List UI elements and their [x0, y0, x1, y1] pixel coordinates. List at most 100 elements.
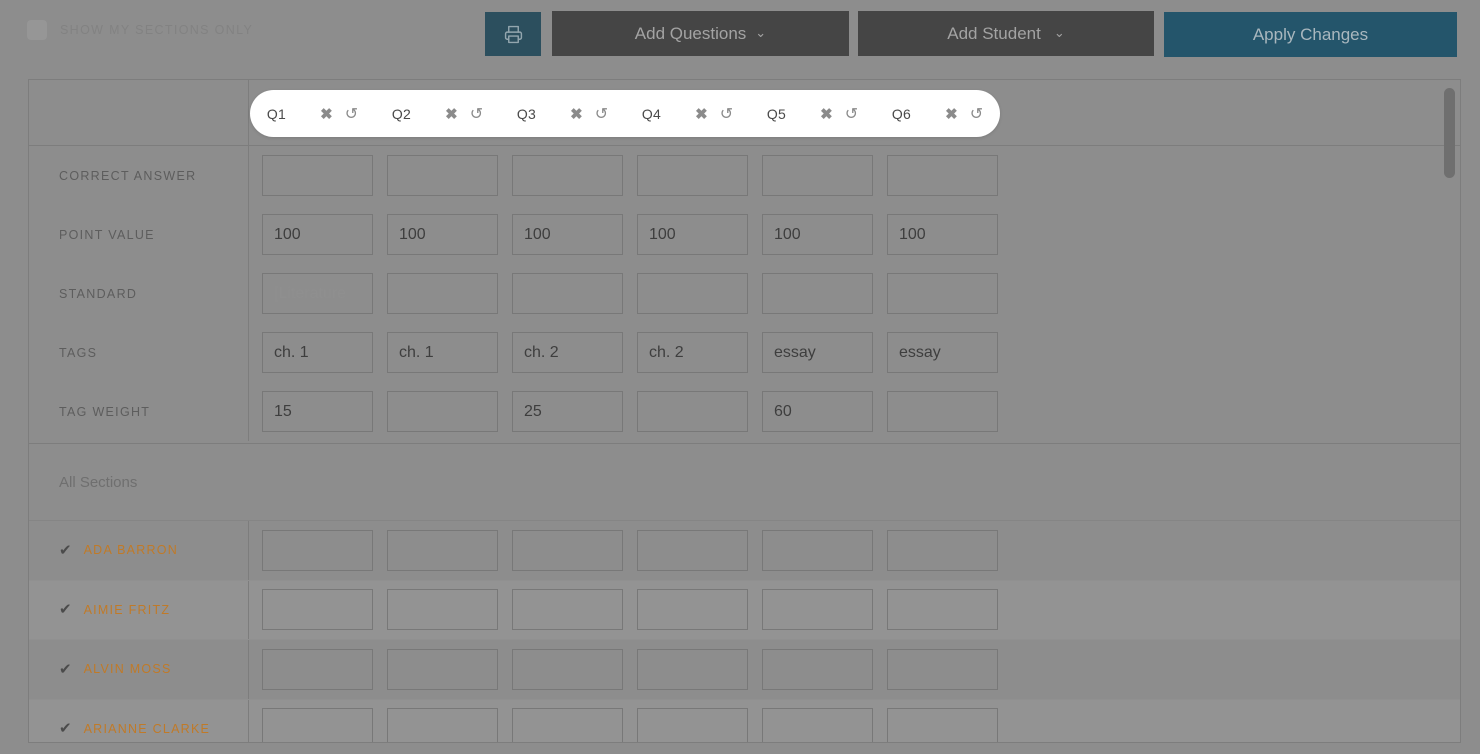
close-icon[interactable]: ✖	[445, 105, 458, 123]
attribute-input[interactable]: essay	[762, 332, 873, 373]
close-icon[interactable]: ✖	[320, 105, 333, 123]
attribute-input[interactable]	[887, 155, 998, 196]
close-icon[interactable]: ✖	[820, 105, 833, 123]
question-label[interactable]: Q1	[267, 106, 286, 122]
attribute-input[interactable]: ch. 2	[637, 332, 748, 373]
score-input[interactable]	[637, 589, 748, 631]
score-input[interactable]	[762, 589, 873, 631]
attribute-input[interactable]: 100	[512, 214, 623, 255]
score-input[interactable]	[387, 589, 498, 631]
apply-changes-button[interactable]: Apply Changes	[1164, 12, 1457, 57]
undo-icon[interactable]: ↺	[720, 104, 733, 124]
undo-icon[interactable]: ↺	[595, 104, 608, 124]
check-icon[interactable]: ✔	[59, 543, 72, 558]
attribute-input[interactable]	[637, 155, 748, 196]
student-name-cell[interactable]: ✔ AIMIE FRITZ	[29, 580, 249, 639]
question-label[interactable]: Q4	[642, 106, 661, 122]
attribute-input[interactable]: 100	[762, 214, 873, 255]
student-name[interactable]: AIMIE FRITZ	[84, 603, 171, 617]
close-icon[interactable]: ✖	[695, 105, 708, 123]
attribute-input[interactable]	[762, 155, 873, 196]
score-input[interactable]	[387, 529, 498, 571]
attribute-input[interactable]	[887, 391, 998, 432]
attribute-input[interactable]	[262, 155, 373, 196]
question-toolbar[interactable]: Q1 ✖ ↺ Q2 ✖ ↺ Q3 ✖ ↺ Q4 ✖ ↺ Q5 ✖ ↺ Q6 ✖ ↺	[250, 90, 1000, 137]
attribute-input[interactable]	[887, 273, 998, 314]
student-name-cell[interactable]: ✔ ALVIN MOSS	[29, 640, 249, 699]
attribute-input[interactable]	[387, 155, 498, 196]
attribute-input[interactable]	[762, 273, 873, 314]
score-input[interactable]	[762, 708, 873, 742]
score-input[interactable]	[512, 589, 623, 631]
add-questions-button[interactable]: Add Questions ⌄	[552, 11, 849, 56]
undo-icon[interactable]: ↺	[970, 104, 983, 124]
attribute-input[interactable]: essay	[887, 332, 998, 373]
attribute-input[interactable]	[512, 155, 623, 196]
vertical-scrollbar[interactable]	[1444, 86, 1456, 736]
student-name-cell[interactable]: ✔ ARIANNE CLARKE	[29, 699, 249, 742]
check-icon[interactable]: ✔	[59, 662, 72, 677]
score-input[interactable]	[637, 708, 748, 742]
attribute-cells: ch. 1 ch. 1 ch. 2 ch. 2 essay essay	[249, 332, 998, 373]
score-input[interactable]	[887, 589, 998, 631]
score-input[interactable]	[887, 648, 998, 690]
attribute-input[interactable]	[387, 273, 498, 314]
attribute-input[interactable]: ch. 1	[262, 332, 373, 373]
show-my-sections-only-checkbox[interactable]	[27, 20, 47, 40]
question-label[interactable]: Q2	[392, 106, 411, 122]
print-button[interactable]	[485, 12, 541, 56]
question-label[interactable]: Q6	[892, 106, 911, 122]
add-student-button[interactable]: Add Student ⌄	[858, 11, 1154, 56]
attribute-input[interactable]: ch. 1	[387, 332, 498, 373]
undo-icon[interactable]: ↺	[470, 104, 483, 124]
close-icon[interactable]: ✖	[945, 105, 958, 123]
attribute-input[interactable]	[512, 273, 623, 314]
score-input[interactable]	[762, 529, 873, 571]
score-input[interactable]	[262, 648, 373, 690]
attribute-input[interactable]	[637, 273, 748, 314]
attribute-input[interactable]	[637, 391, 748, 432]
attribute-input[interactable]: 100	[262, 214, 373, 255]
check-icon[interactable]: ✔	[59, 602, 72, 617]
student-name[interactable]: ALVIN MOSS	[84, 662, 172, 676]
undo-icon[interactable]: ↺	[345, 104, 358, 124]
check-icon[interactable]: ✔	[59, 721, 72, 736]
attribute-input[interactable]: [Literature	[262, 273, 373, 314]
show-my-sections-only-toggle[interactable]: SHOW MY SECTIONS ONLY	[27, 20, 253, 40]
score-input[interactable]	[262, 708, 373, 742]
score-input[interactable]	[637, 648, 748, 690]
score-input[interactable]	[512, 529, 623, 571]
score-input[interactable]	[262, 529, 373, 571]
question-group-q5: Q5 ✖ ↺	[750, 104, 875, 124]
attribute-input[interactable]: 100	[387, 214, 498, 255]
question-label[interactable]: Q5	[767, 106, 786, 122]
attribute-row: TAG WEIGHT 15 25 60	[29, 382, 1460, 441]
student-row[interactable]: ✔ ADA BARRON	[29, 521, 1460, 581]
score-input[interactable]	[387, 648, 498, 690]
score-input[interactable]	[887, 529, 998, 571]
attribute-input[interactable]	[387, 391, 498, 432]
question-label[interactable]: Q3	[517, 106, 536, 122]
score-input[interactable]	[887, 708, 998, 742]
attribute-input[interactable]: 25	[512, 391, 623, 432]
student-name[interactable]: ADA BARRON	[84, 543, 178, 557]
attribute-input[interactable]: 100	[637, 214, 748, 255]
attribute-input[interactable]: ch. 2	[512, 332, 623, 373]
student-name-cell[interactable]: ✔ ADA BARRON	[29, 521, 249, 580]
score-input[interactable]	[762, 648, 873, 690]
student-name[interactable]: ARIANNE CLARKE	[84, 722, 211, 736]
close-icon[interactable]: ✖	[570, 105, 583, 123]
student-row[interactable]: ✔ ALVIN MOSS	[29, 640, 1460, 700]
score-input[interactable]	[512, 648, 623, 690]
scrollbar-thumb[interactable]	[1444, 88, 1455, 178]
score-input[interactable]	[637, 529, 748, 571]
attribute-input[interactable]: 15	[262, 391, 373, 432]
score-input[interactable]	[512, 708, 623, 742]
attribute-input[interactable]: 100	[887, 214, 998, 255]
undo-icon[interactable]: ↺	[845, 104, 858, 124]
score-input[interactable]	[262, 589, 373, 631]
student-row[interactable]: ✔ AIMIE FRITZ	[29, 580, 1460, 640]
score-input[interactable]	[387, 708, 498, 742]
attribute-input[interactable]: 60	[762, 391, 873, 432]
student-row[interactable]: ✔ ARIANNE CLARKE	[29, 699, 1460, 742]
